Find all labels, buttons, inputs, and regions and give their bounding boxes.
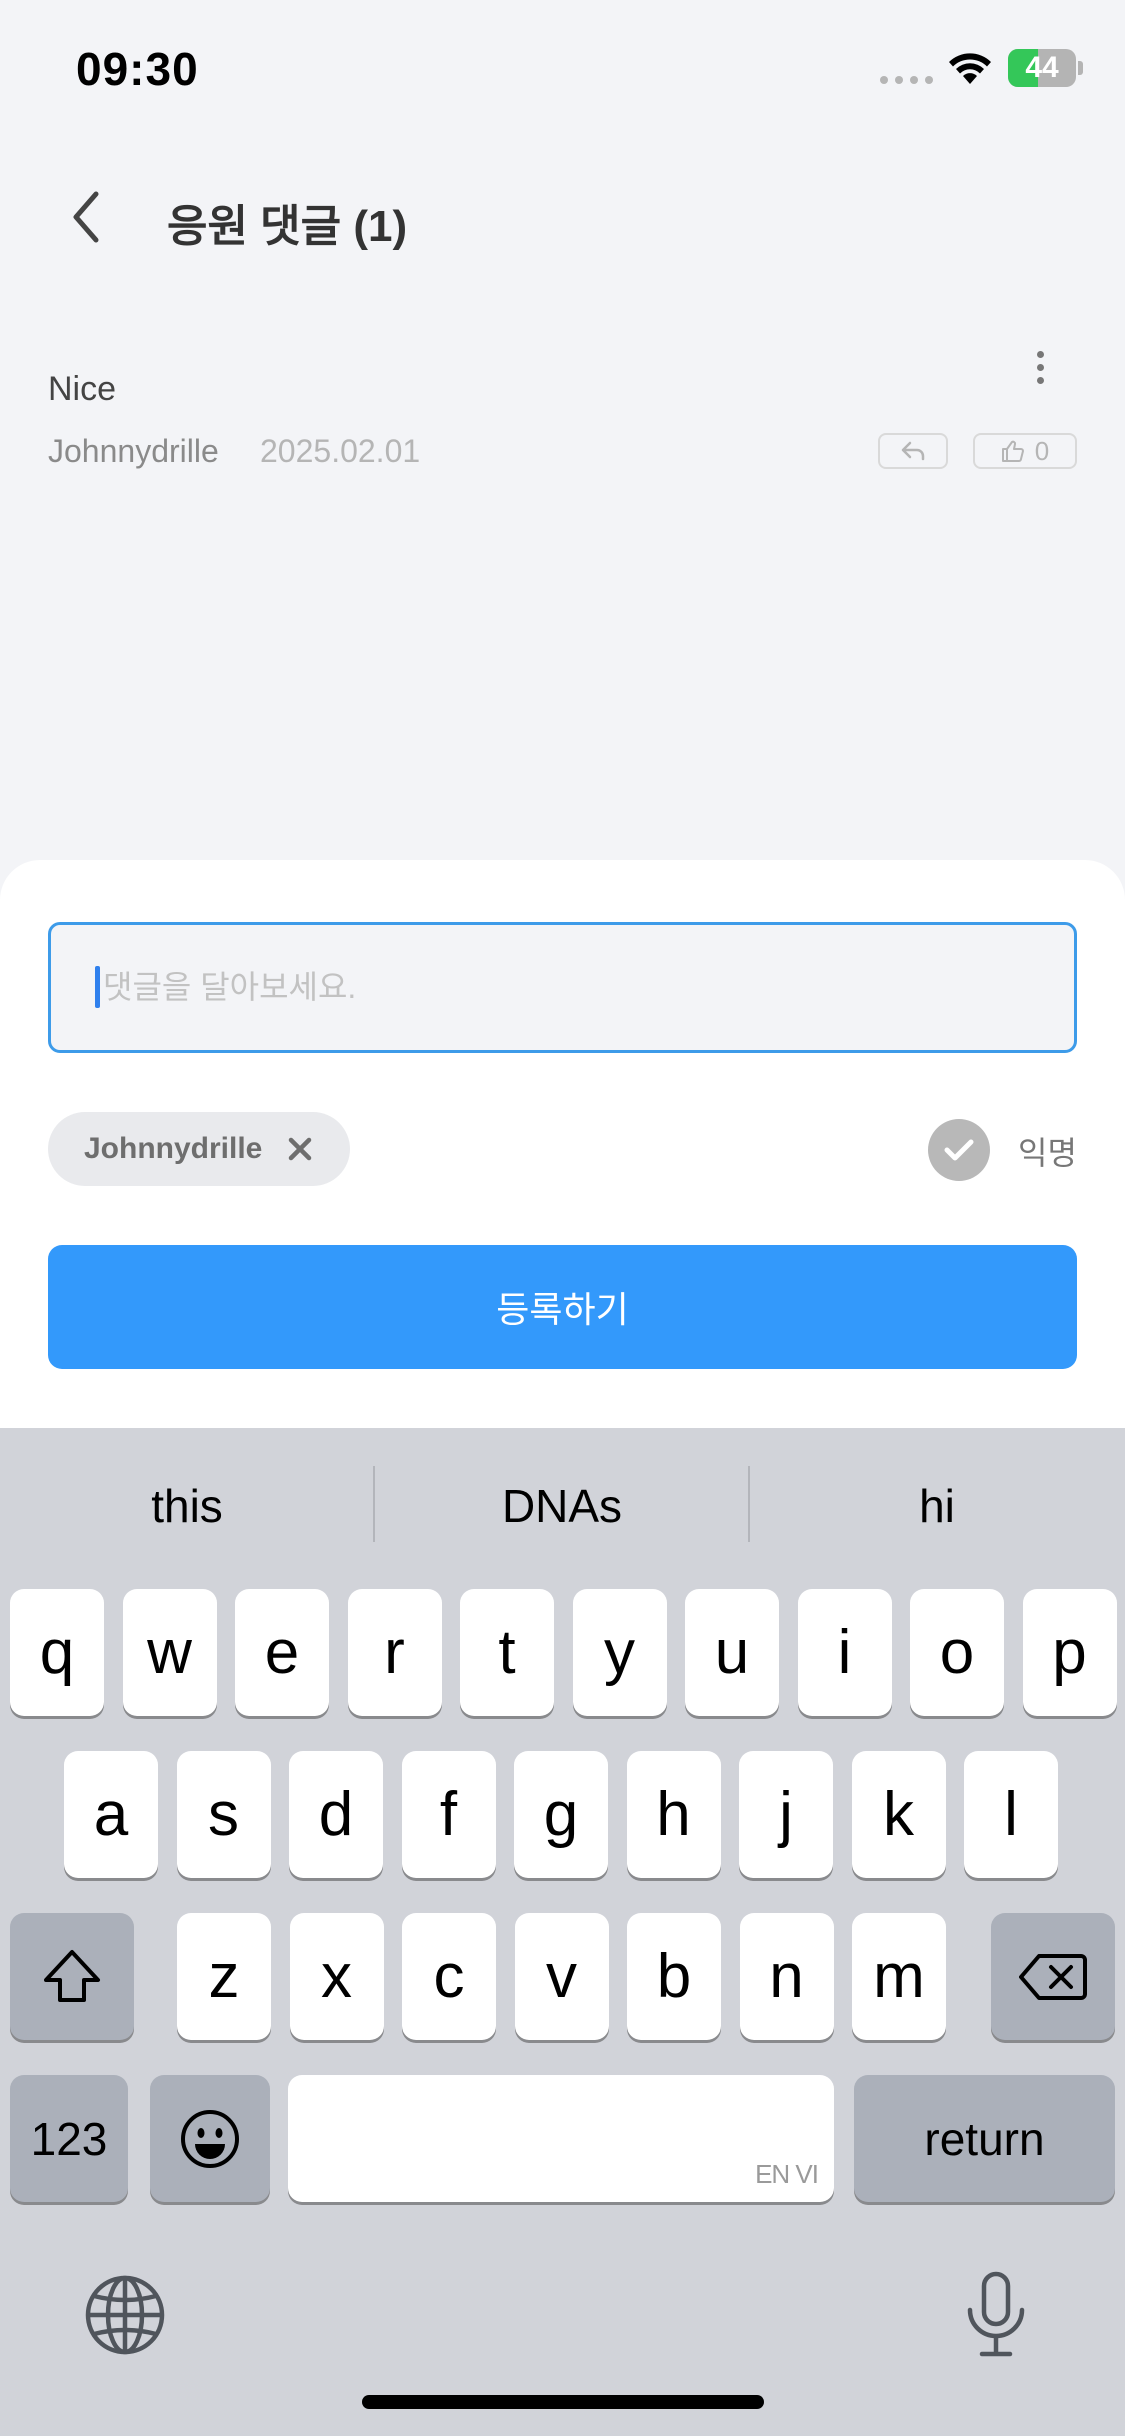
key-t[interactable]: t: [460, 1589, 554, 1716]
suggestion-this[interactable]: this: [0, 1468, 374, 1544]
battery-icon: 44: [1008, 49, 1076, 87]
wifi-icon: [949, 53, 991, 84]
battery-cap: [1078, 61, 1083, 75]
battery-level: 44: [1025, 51, 1059, 84]
page-title: 응원 댓글 (1): [167, 202, 408, 251]
key-r[interactable]: r: [347, 1589, 442, 1716]
reply-button[interactable]: [878, 433, 948, 469]
delete-key[interactable]: [991, 1913, 1115, 2040]
key-b[interactable]: b: [627, 1913, 721, 2040]
anonymous-label: 익명: [1018, 1135, 1077, 1171]
name-chip[interactable]: Johnnydrille: [48, 1112, 350, 1186]
key-u[interactable]: u: [685, 1589, 779, 1716]
suggestion-hi[interactable]: hi: [750, 1468, 1124, 1544]
key-n[interactable]: n: [739, 1913, 834, 2040]
home-indicator: [362, 2395, 764, 2409]
key-a[interactable]: a: [64, 1751, 158, 1878]
backspace-icon: [1019, 1953, 1087, 2000]
thumbs-up-icon: [1001, 440, 1024, 462]
text-cursor: [95, 966, 100, 1008]
key-h[interactable]: h: [626, 1751, 721, 1878]
reply-icon: [901, 441, 925, 461]
anonymous-checkbox[interactable]: [928, 1119, 990, 1181]
key-v[interactable]: v: [514, 1913, 609, 2040]
status-time: 09:30: [76, 43, 199, 95]
shift-key[interactable]: [10, 1913, 134, 2040]
emoji-key[interactable]: [150, 2075, 270, 2202]
key-m[interactable]: m: [852, 1913, 946, 2040]
numbers-key[interactable]: 123: [10, 2075, 128, 2202]
space-language-hint: EN VI: [755, 2159, 819, 2189]
key-w[interactable]: w: [122, 1589, 217, 1716]
like-button[interactable]: 0: [973, 433, 1077, 469]
space-key[interactable]: EN VI: [288, 2075, 834, 2202]
key-x[interactable]: x: [289, 1913, 384, 2040]
microphone-icon[interactable]: [964, 2270, 1028, 2360]
emoji-icon: [181, 2109, 239, 2168]
comment-input[interactable]: [48, 922, 1077, 1053]
key-k[interactable]: k: [851, 1751, 946, 1878]
close-icon[interactable]: [286, 1135, 314, 1163]
cellular-signal-icon: [880, 76, 933, 84]
key-f[interactable]: f: [401, 1751, 496, 1878]
submit-button[interactable]: 등록하기: [48, 1245, 1077, 1369]
back-chevron-icon[interactable]: [62, 188, 112, 246]
key-d[interactable]: d: [289, 1751, 383, 1878]
return-key[interactable]: return: [854, 2075, 1115, 2202]
checkmark-icon: [944, 1139, 974, 1161]
key-c[interactable]: c: [402, 1913, 496, 2040]
key-y[interactable]: y: [572, 1589, 667, 1716]
key-q[interactable]: q: [10, 1589, 104, 1716]
like-count: 0: [1034, 435, 1050, 466]
key-l[interactable]: l: [964, 1751, 1058, 1878]
key-e[interactable]: e: [235, 1589, 329, 1716]
key-j[interactable]: j: [739, 1751, 833, 1878]
suggestion-dnas[interactable]: DNAs: [375, 1468, 749, 1544]
key-o[interactable]: o: [910, 1589, 1004, 1716]
key-s[interactable]: s: [176, 1751, 271, 1878]
more-options-icon[interactable]: [1028, 348, 1052, 388]
key-z[interactable]: z: [177, 1913, 271, 2040]
comment-text: Nice: [48, 370, 117, 408]
shift-icon: [44, 1949, 100, 2002]
comment-author: Johnnydrille: [48, 433, 219, 469]
name-chip-label: Johnnydrille: [84, 1132, 263, 1165]
comment-date: 2025.02.01: [260, 433, 421, 469]
key-p[interactable]: p: [1022, 1589, 1117, 1716]
globe-icon[interactable]: [84, 2274, 166, 2356]
key-i[interactable]: i: [797, 1589, 892, 1716]
key-g[interactable]: g: [514, 1751, 608, 1878]
